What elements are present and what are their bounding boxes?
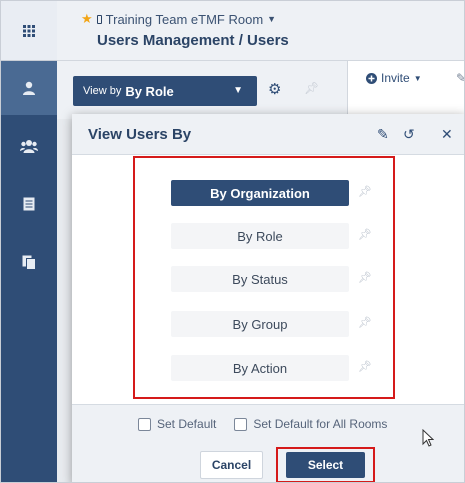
device-icon — [96, 14, 102, 24]
options-highlight-box: By Organization 📌︎ By Role 📌︎ By Status … — [133, 156, 395, 399]
view-users-by-dialog: View Users By ✎ ↺ ✕ By Organization 📌︎ B… — [72, 114, 464, 482]
option-by-organization[interactable]: By Organization — [171, 180, 349, 206]
default-options: Set Default Set Default for All Rooms — [138, 417, 387, 431]
dialog-header: View Users By ✎ ↺ ✕ — [72, 114, 464, 155]
star-icon[interactable]: ★ — [81, 11, 93, 27]
rail-item-documents[interactable] — [1, 177, 57, 231]
dialog-footer: Set Default Set Default for All Rooms Ca… — [72, 404, 464, 482]
caret-down-icon: ▼ — [413, 73, 422, 83]
page-title: Users Management / Users — [97, 32, 289, 49]
pencil-icon[interactable]: ✎ — [377, 126, 389, 143]
option-by-action[interactable]: By Action — [171, 355, 349, 381]
invite-label: Invite — [381, 71, 410, 85]
room-name: Training Team eTMF Room — [105, 11, 264, 27]
view-by-value: By Role — [125, 83, 174, 99]
set-default-checkbox[interactable] — [138, 417, 151, 431]
option-by-role[interactable]: By Role — [171, 223, 349, 249]
documents-icon — [22, 255, 36, 270]
rail-item-user[interactable] — [1, 61, 57, 115]
left-rail — [1, 1, 57, 482]
caret-down-icon: ▼ — [267, 14, 277, 24]
document-icon — [23, 197, 35, 211]
user-actions-panel: Invite ▼ ✎ — [347, 61, 464, 119]
pin-icon[interactable]: 📌︎ — [304, 81, 319, 95]
pin-icon[interactable]: 📌︎ — [358, 228, 372, 241]
pencil-icon[interactable]: ✎ — [456, 71, 464, 85]
pin-icon[interactable]: 📌︎ — [358, 360, 372, 373]
rail-item-users[interactable] — [1, 119, 57, 173]
apps-menu-button[interactable] — [1, 1, 57, 61]
mouse-cursor-icon — [422, 429, 434, 447]
pin-icon[interactable]: 📌︎ — [358, 185, 372, 198]
app-window: ★ Training Team eTMF Room ▼ Users Manage… — [0, 0, 465, 483]
set-default-all-rooms-checkbox[interactable] — [234, 417, 248, 431]
grid-icon — [23, 24, 35, 37]
dialog-title: View Users By — [88, 126, 192, 143]
user-icon — [23, 81, 35, 95]
set-default-all-rooms-label: Set Default for All Rooms — [253, 417, 388, 431]
pin-icon[interactable]: 📌︎ — [358, 271, 372, 284]
close-icon[interactable]: ✕ — [441, 126, 453, 143]
view-by-dropdown[interactable]: View by By Role ▼ — [73, 76, 257, 106]
view-by-prefix: View by — [83, 85, 122, 97]
plus-circle-icon — [366, 72, 377, 84]
gear-icon[interactable]: ⚙ — [268, 80, 281, 98]
set-default-label: Set Default — [157, 417, 217, 431]
option-by-status[interactable]: By Status — [171, 266, 349, 292]
users-icon — [20, 140, 38, 153]
page-header: ★ Training Team eTMF Room ▼ Users Manage… — [57, 1, 464, 61]
invite-button[interactable]: Invite ▼ — [366, 71, 422, 85]
option-by-group[interactable]: By Group — [171, 311, 349, 337]
caret-down-icon: ▼ — [233, 85, 243, 96]
pin-icon[interactable]: 📌︎ — [358, 316, 372, 329]
cancel-button[interactable]: Cancel — [200, 451, 263, 479]
reset-icon[interactable]: ↺ — [403, 126, 415, 143]
rail-item-files[interactable] — [1, 235, 57, 289]
select-button[interactable]: Select — [286, 452, 365, 478]
users-toolbar: View by By Role ▼ ⚙ 📌︎ Invite ▼ ✎ — [57, 61, 464, 119]
room-selector[interactable]: ★ Training Team eTMF Room ▼ — [81, 11, 276, 27]
